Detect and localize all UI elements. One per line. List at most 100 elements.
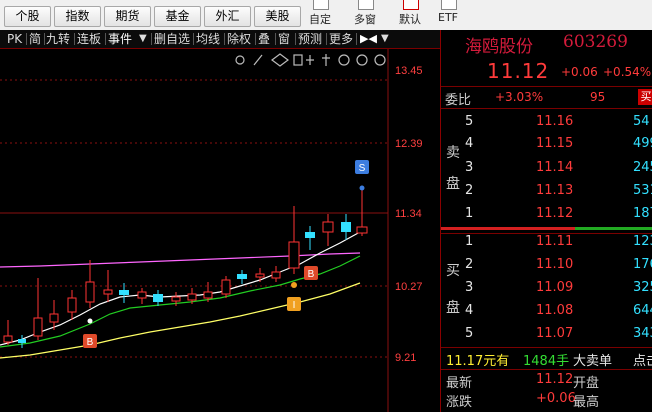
info-signal-marker[interactable]: I — [287, 282, 301, 311]
toolbar-divider — [44, 33, 45, 45]
limit-up-button[interactable]: 连板 — [77, 31, 101, 47]
buy-volume: 343 — [633, 326, 652, 341]
remove-watchlist-button[interactable]: 删自选 — [154, 31, 190, 47]
eye-icon[interactable] — [271, 53, 289, 67]
sell-volume: 531 — [633, 183, 652, 198]
toolbar-divider — [326, 33, 327, 45]
multi-window-button[interactable]: 多窗 — [345, 0, 385, 30]
sell-signal-label: S — [359, 163, 366, 174]
buy-signal-marker-2[interactable]: B — [304, 266, 318, 280]
tab-futures[interactable]: 期货 — [104, 6, 151, 27]
chart-icon-bar — [235, 53, 386, 67]
last-price: 11.12 — [487, 59, 550, 83]
overlay-button[interactable]: 叠 — [258, 31, 270, 47]
custom-icon — [313, 0, 329, 10]
more-button[interactable]: 更多 — [329, 31, 353, 47]
sell-volume: 187 — [633, 206, 652, 221]
tab-fund[interactable]: 基金 — [154, 6, 201, 27]
buy-signal-marker[interactable]: B — [83, 318, 97, 349]
sell-price: 11.13 — [536, 183, 574, 198]
move-icon[interactable] — [306, 55, 314, 65]
tab-us-stock[interactable]: 美股 — [254, 6, 301, 27]
stat-label: 开盘 — [573, 376, 600, 391]
tab-forex[interactable]: 外汇 — [204, 6, 251, 27]
simple-button[interactable]: 简 — [29, 31, 41, 47]
custom-button[interactable]: 自定 — [300, 0, 340, 30]
events-dropdown-icon[interactable]: ▼ — [139, 31, 147, 47]
sell-level: 3 — [465, 160, 474, 175]
custom-label: 自定 — [309, 13, 331, 26]
price-tick-label: 13.45 — [395, 65, 423, 77]
toolbar-divider — [151, 33, 152, 45]
forecast-button[interactable]: 预测 — [298, 31, 322, 47]
close-icon[interactable] — [374, 54, 386, 66]
default-label: 默认 — [399, 13, 421, 26]
buy-level: 1 — [465, 234, 474, 249]
sell-strength-bar — [441, 227, 575, 230]
ma60-line — [0, 252, 361, 268]
ex-rights-button[interactable]: 除权 — [227, 31, 251, 47]
divider — [441, 347, 652, 348]
copy-icon[interactable] — [293, 54, 303, 66]
price-tick-label: 11.34 — [395, 208, 422, 220]
divider — [441, 108, 652, 109]
toolbar-divider — [74, 33, 75, 45]
buy-price: 11.07 — [536, 326, 574, 341]
settings-icon[interactable] — [235, 55, 245, 65]
info-signal-label: I — [293, 300, 296, 311]
draw-icon[interactable] — [253, 54, 263, 66]
click-label[interactable]: 点击 — [633, 350, 652, 369]
candle — [171, 296, 181, 302]
price-tick-label: 9.21 — [395, 352, 416, 364]
pk-button[interactable]: PK — [7, 31, 22, 47]
weibi-label: 委比 — [445, 93, 472, 108]
tab-index[interactable]: 指数 — [54, 6, 101, 27]
candle — [49, 313, 59, 323]
default-button[interactable]: 默认 — [390, 0, 430, 30]
hand-icon[interactable] — [322, 54, 330, 66]
candle — [137, 291, 147, 299]
buy-button[interactable]: 买 — [638, 89, 652, 105]
buy-volume: 644 — [633, 303, 652, 318]
sell-price: 11.12 — [536, 206, 574, 221]
toolbar-divider — [275, 33, 276, 45]
candle — [356, 226, 368, 234]
window-button[interactable]: 窗 — [278, 31, 290, 47]
candle — [67, 297, 77, 313]
moving-average-button[interactable]: 均线 — [196, 31, 220, 47]
buy-price: 11.08 — [536, 303, 574, 318]
zoom-in-icon[interactable] — [356, 54, 368, 66]
tab-stock[interactable]: 个股 — [4, 6, 51, 27]
buy-price: 11.10 — [536, 257, 574, 272]
collapse-panel-icon[interactable]: ▶◀ — [360, 31, 377, 47]
sell-volume: 245 — [633, 160, 652, 175]
candle — [221, 279, 231, 295]
sell-level: 2 — [465, 183, 474, 198]
stat-value: 11.12 — [536, 372, 574, 387]
etf-label: ETF — [438, 11, 458, 24]
collapse-dropdown-icon[interactable]: ▼ — [381, 31, 389, 47]
trade-price: 11.17元有 — [446, 354, 510, 369]
candle — [18, 339, 26, 343]
candle — [341, 222, 351, 232]
stat-label: 最新 — [446, 376, 473, 391]
candle — [237, 274, 247, 279]
etf-button[interactable]: ETF — [428, 0, 468, 30]
percent-change: +0.54% — [603, 65, 652, 79]
sell-signal-marker[interactable]: S — [355, 160, 369, 191]
buy-strength-bar — [575, 227, 652, 230]
weibi-diff: 95 — [590, 90, 606, 104]
default-icon — [403, 0, 419, 10]
buy-level: 2 — [465, 257, 474, 272]
nine-turn-button[interactable]: 九转 — [46, 31, 70, 47]
zoom-out-icon[interactable] — [338, 54, 350, 66]
events-button[interactable]: 事件 — [108, 31, 132, 47]
buy-level: 3 — [465, 280, 474, 295]
buy-signal-label: B — [308, 269, 315, 280]
sell-side-label: 盘 — [446, 176, 460, 192]
candle — [305, 232, 315, 238]
trade-volume: 1484手 — [523, 354, 570, 369]
buy-level: 5 — [465, 326, 474, 341]
etf-icon — [441, 0, 457, 10]
candle — [3, 335, 13, 343]
